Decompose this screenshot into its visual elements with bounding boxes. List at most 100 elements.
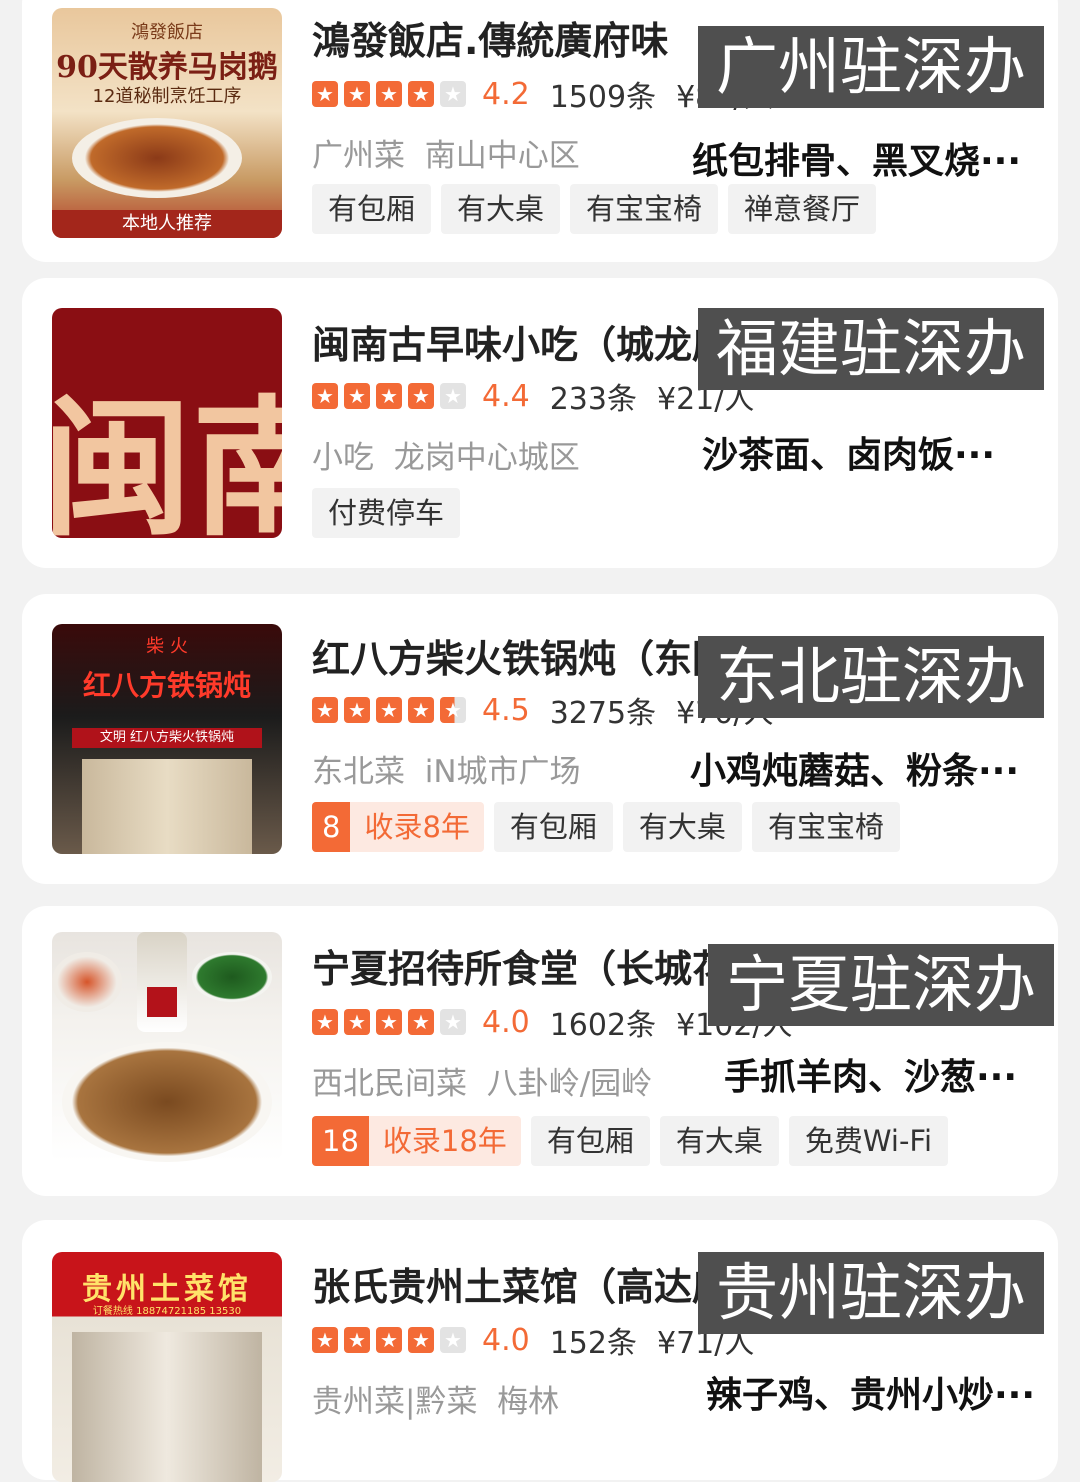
- overlay-label: 福建驻深办: [698, 308, 1045, 390]
- signature-dishes: 沙茶面、卤肉饭···: [702, 435, 996, 476]
- thumbnail-sign: 红八方铁锅炖: [82, 669, 251, 702]
- recorded-years-label: 收录8年: [364, 810, 470, 844]
- tag: 免费Wi-Fi: [788, 1116, 949, 1166]
- thumbnail-small-sign: 柴 火: [146, 636, 188, 657]
- storefront-door: [82, 759, 252, 854]
- star-icon: ★: [408, 697, 434, 723]
- star-icon: ★: [408, 81, 434, 107]
- cuisine: 广州菜: [312, 138, 405, 174]
- star-icon: ★: [344, 1327, 370, 1353]
- thumbnail-subtitle: 12道秘制烹饪工序: [92, 86, 242, 107]
- star-icon: ★: [376, 1327, 402, 1353]
- area: 南山中心区: [424, 138, 580, 174]
- greens-photo: [192, 952, 272, 1002]
- rating-score: 4.2: [482, 76, 530, 112]
- cuisine: 小吃: [312, 440, 374, 476]
- rating-stars: ★ ★ ★ ★ ★: [312, 383, 472, 409]
- tag: 有大桌: [441, 184, 561, 234]
- star-icon: ★: [376, 81, 402, 107]
- cuisine-area: 广州菜 南山中心区: [312, 130, 580, 175]
- star-icon: ★: [440, 1009, 466, 1035]
- restaurant-thumbnail[interactable]: 鴻發飯店 90天散养马岗鹅 12道秘制烹饪工序 本地人推荐: [52, 8, 282, 238]
- thumbnail-footer: 本地人推荐: [52, 210, 282, 238]
- tag: 有包厢: [493, 802, 613, 852]
- star-icon: ★: [344, 81, 370, 107]
- overlay-label: 东北驻深办: [698, 636, 1045, 718]
- area: 八卦岭/园岭: [486, 1066, 653, 1102]
- star-icon: ★: [312, 1327, 338, 1353]
- area: 龙岗中心城区: [393, 440, 580, 476]
- recorded-years-badge: 18 收录18年: [312, 1116, 521, 1166]
- signature-dishes: 辣子鸡、贵州小炒···: [706, 1375, 1036, 1416]
- review-count: 3275条: [549, 696, 657, 731]
- tag-list: 18 收录18年 有包厢 有大桌 免费Wi-Fi: [312, 1116, 958, 1166]
- star-icon: ★: [312, 383, 338, 409]
- cuisine-area: 西北民间菜 八卦岭/园岭: [312, 1058, 652, 1103]
- thumbnail-brand: 鴻發飯店: [131, 22, 203, 43]
- dish-photo: [72, 118, 242, 198]
- review-count: 1602条: [549, 1008, 657, 1043]
- tag: 有包厢: [530, 1116, 650, 1166]
- overlay-label: 贵州驻深办: [698, 1252, 1045, 1334]
- tag: 有大桌: [622, 802, 742, 852]
- cuisine: 贵州菜|黔菜: [312, 1384, 478, 1420]
- star-icon: ★: [344, 383, 370, 409]
- star-icon: ★: [344, 1009, 370, 1035]
- restaurant-name[interactable]: 鴻發飯店.傳統廣府味: [312, 10, 668, 65]
- star-icon: ★: [312, 697, 338, 723]
- recorded-years-number: 18: [312, 1116, 369, 1166]
- star-icon: ★: [312, 1009, 338, 1035]
- restaurant-thumbnail[interactable]: [52, 932, 282, 1162]
- star-icon: ★: [440, 697, 466, 723]
- overlay-label: 宁夏驻深办: [708, 944, 1055, 1026]
- tag-list: 8 收录8年 有包厢 有大桌 有宝宝椅: [312, 802, 910, 852]
- area: 梅林: [497, 1384, 560, 1420]
- star-icon: ★: [376, 383, 402, 409]
- tag: 有宝宝椅: [751, 802, 900, 852]
- tag: 禅意餐厅: [728, 184, 877, 234]
- area: iN城市广场: [424, 754, 581, 790]
- tag: 付费停车: [312, 488, 461, 538]
- restaurant-thumbnail[interactable]: 贵州土菜馆 订餐热线 18874721185 13530: [52, 1252, 282, 1482]
- rating-stars: ★ ★ ★ ★ ★: [312, 1009, 472, 1035]
- restaurant-thumbnail[interactable]: 闽南: [52, 308, 282, 538]
- tag: 有大桌: [659, 1116, 779, 1166]
- star-icon: ★: [312, 81, 338, 107]
- recorded-years-number: 8: [312, 802, 351, 852]
- bowl-photo: [52, 952, 122, 1012]
- lamb-plate-photo: [62, 1042, 272, 1162]
- star-icon: ★: [376, 697, 402, 723]
- rating-score: 4.0: [482, 1004, 530, 1040]
- storefront-door: [72, 1332, 262, 1482]
- thumbnail-text: 闽南: [52, 381, 282, 538]
- rating-row: ★ ★ ★ ★ ★ 4.4 233条 ¥21/人: [312, 376, 754, 417]
- signature-dishes: 纸包排骨、黑叉烧···: [692, 141, 1022, 182]
- review-count: 233条: [549, 382, 637, 417]
- rating-stars: ★ ★ ★ ★ ★: [312, 1327, 472, 1353]
- cuisine-area: 东北菜 iN城市广场: [312, 746, 581, 791]
- star-icon: ★: [408, 1327, 434, 1353]
- star-icon: ★: [440, 81, 466, 107]
- review-count: 1509条: [549, 80, 657, 115]
- overlay-label: 广州驻深办: [698, 26, 1045, 108]
- thumbnail-banner: 文明 红八方柴火铁锅炖: [72, 728, 262, 748]
- tag-list: 有包厢 有大桌 有宝宝椅 禅意餐厅: [312, 184, 886, 234]
- signature-dishes: 小鸡炖蘑菇、粉条···: [690, 751, 1020, 792]
- cuisine: 东北菜: [312, 754, 405, 790]
- recorded-years-badge: 8 收录8年: [312, 802, 484, 852]
- thumbnail-headline: 90天散养马岗鹅: [56, 50, 278, 85]
- tag: 有包厢: [312, 184, 432, 234]
- cuisine-area: 小吃 龙岗中心城区: [312, 432, 580, 477]
- tag-list: 付费停车: [312, 488, 470, 538]
- star-icon: ★: [408, 383, 434, 409]
- cuisine-area: 贵州菜|黔菜 梅林: [312, 1376, 559, 1421]
- recorded-years-label: 收录18年: [382, 1124, 507, 1158]
- star-icon: ★: [440, 1327, 466, 1353]
- rating-stars: ★ ★ ★ ★ ★: [312, 81, 472, 107]
- cuisine: 西北民间菜: [312, 1066, 467, 1102]
- signature-dishes: 手抓羊肉、沙葱···: [724, 1057, 1018, 1098]
- star-icon: ★: [344, 697, 370, 723]
- rating-score: 4.0: [482, 1322, 530, 1358]
- star-icon: ★: [440, 383, 466, 409]
- restaurant-thumbnail[interactable]: 柴 火 红八方铁锅炖 文明 红八方柴火铁锅炖: [52, 624, 282, 854]
